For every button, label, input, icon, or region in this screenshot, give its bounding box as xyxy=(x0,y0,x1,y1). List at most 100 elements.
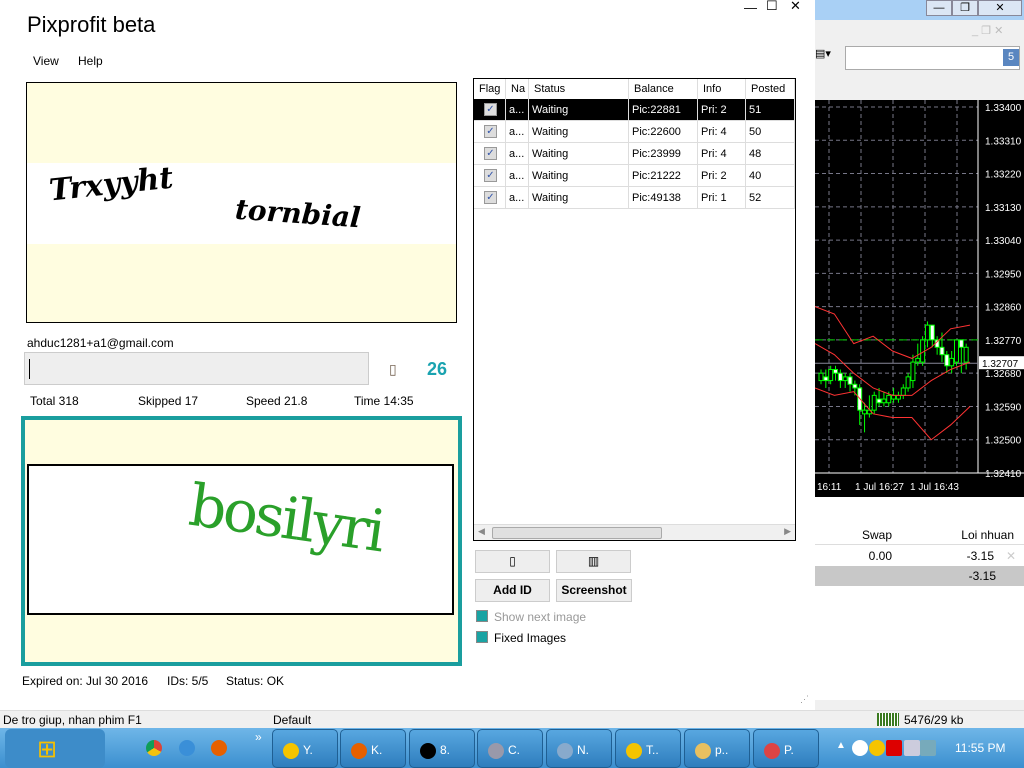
show-hidden-icons[interactable]: ▲ xyxy=(836,740,846,751)
taskbar-item[interactable]: T.. xyxy=(615,729,681,768)
candle-body xyxy=(833,368,839,374)
table-row[interactable]: ✓ a... Waiting Pic:22600 Pri: 4 50 xyxy=(474,121,795,143)
flag-checkbox[interactable]: ✓ xyxy=(484,147,497,160)
price-chart[interactable]: 1.33400 1.33310 1.33220 1.33130 1.33040 1.329… xyxy=(815,100,1024,497)
minimize-button[interactable]: — xyxy=(744,0,757,15)
taskbar-item-label: N. xyxy=(577,743,589,758)
table-row[interactable]: ✓ a... Waiting Pic:23999 Pri: 4 48 xyxy=(474,143,795,165)
notification-icon[interactable] xyxy=(852,740,868,756)
mt4-minimize-button[interactable]: — xyxy=(926,0,952,16)
candle-body xyxy=(823,376,829,382)
quicklaunch-chevron[interactable]: » xyxy=(255,730,262,744)
stat-skipped: Skipped 17 xyxy=(138,394,199,408)
balance-cell: Pic:22881 xyxy=(629,99,698,121)
taskbar-item[interactable]: Y. xyxy=(272,729,338,768)
add-id-button[interactable]: Add ID xyxy=(475,579,550,602)
candle-body xyxy=(871,394,877,411)
scroll-left-arrow[interactable]: ◀ xyxy=(478,526,485,537)
name-cell: a... xyxy=(506,187,529,209)
timer-icon: ▯ xyxy=(389,361,397,377)
mt4-restore-button[interactable]: ❐ xyxy=(952,0,978,16)
taskbar-item[interactable]: P. xyxy=(753,729,819,768)
ie-icon[interactable] xyxy=(179,740,195,756)
flag-checkbox[interactable]: ✓ xyxy=(484,191,497,204)
stop-button[interactable]: ▥ xyxy=(556,550,631,573)
clock[interactable]: 11:55 PM xyxy=(955,741,1005,755)
status-cell: Waiting xyxy=(529,165,629,187)
menu-view[interactable]: View xyxy=(33,54,59,68)
accounts-grid[interactable]: Flag Na Status Balance Info Posted ✓ a...… xyxy=(473,78,796,541)
screenshot-button[interactable]: Screenshot xyxy=(556,579,632,602)
mt4-window: — ❐ ✕ _ ❐ ✕ ▤▾ ⌕ 5 1.33400 1.33310 1.33220… xyxy=(815,0,1024,710)
mt4-child-controls[interactable]: _ ❐ ✕ xyxy=(972,24,1022,42)
messages-badge[interactable]: 5 xyxy=(1003,49,1019,66)
column-header-status[interactable]: Status xyxy=(529,79,629,99)
menu-help[interactable]: Help xyxy=(78,54,103,68)
flag-cell[interactable]: ✓ xyxy=(474,143,506,165)
column-header-flag[interactable]: Flag xyxy=(474,79,506,99)
price-label: 1.32590 xyxy=(985,402,1022,413)
taskbar-item[interactable]: K. xyxy=(340,729,406,768)
mt4-close-button[interactable]: ✕ xyxy=(978,0,1022,16)
close-trade-icon[interactable]: ✕ xyxy=(1006,549,1016,563)
taskbar-item[interactable]: N. xyxy=(546,729,612,768)
yahoo-tray-icon[interactable] xyxy=(869,740,885,756)
status-profile: Default xyxy=(273,713,312,727)
show-next-image-checkbox[interactable] xyxy=(476,610,488,622)
flag-checkbox[interactable]: ✓ xyxy=(484,103,497,116)
table-row[interactable]: ✓ a... Waiting Pic:22881 Pri: 2 51 xyxy=(474,99,795,121)
info-cell: Pri: 4 xyxy=(698,121,746,143)
candle-body xyxy=(818,372,824,382)
flag-checkbox[interactable]: ✓ xyxy=(484,169,497,182)
flag-checkbox[interactable]: ✓ xyxy=(484,125,497,138)
terminal-panel: Swap Loi nhuan 0.00 -3.15 ✕ -3.15 xyxy=(815,497,1024,700)
close-button[interactable]: ✕ xyxy=(790,0,801,14)
price-label: 1.32770 xyxy=(985,336,1022,347)
trade-row[interactable]: 0.00 -3.15 ✕ xyxy=(815,546,1024,566)
captcha-word-1: Trxyyht xyxy=(47,160,175,209)
taskbar-item[interactable]: 8. xyxy=(409,729,475,768)
captcha-image-current: bosilyri xyxy=(21,416,462,666)
taskbar-item-label: p.. xyxy=(715,743,729,758)
column-header-posted[interactable]: Posted xyxy=(746,79,795,99)
table-row[interactable]: ✓ a... Waiting Pic:21222 Pri: 2 40 xyxy=(474,165,795,187)
name-cell: a... xyxy=(506,165,529,187)
candle-body xyxy=(924,324,930,341)
account-email: ahduc1281+a1@gmail.com xyxy=(27,336,174,350)
maximize-button[interactable]: ☐ xyxy=(766,0,778,14)
show-next-image-label: Show next image xyxy=(494,610,587,624)
flag-cell[interactable]: ✓ xyxy=(474,165,506,187)
taskbar-item[interactable]: p.. xyxy=(684,729,750,768)
scrollbar-thumb[interactable] xyxy=(492,527,662,539)
resize-grip[interactable]: ⋰ xyxy=(800,694,809,705)
column-header-name[interactable]: Na xyxy=(506,79,529,99)
column-header-info[interactable]: Info xyxy=(698,79,746,99)
flag-cell[interactable]: ✓ xyxy=(474,187,506,209)
fixed-images-checkbox[interactable] xyxy=(476,631,488,643)
captcha-image-top: Trxyyht tornbial xyxy=(26,82,457,323)
app-icon xyxy=(488,743,504,759)
start-button[interactable]: ⊞ xyxy=(5,729,105,768)
pdf-tray-icon[interactable] xyxy=(886,740,902,756)
pause-button[interactable]: ▯ xyxy=(475,550,550,573)
flag-cell[interactable]: ✓ xyxy=(474,121,506,143)
chrome-icon[interactable] xyxy=(146,740,162,756)
profit-value: -3.15 xyxy=(966,549,994,563)
captcha-answer-input[interactable] xyxy=(24,352,369,385)
firefox-icon[interactable] xyxy=(211,740,227,756)
tray-e-icon[interactable] xyxy=(920,740,936,756)
flag-cell[interactable]: ✓ xyxy=(474,99,506,121)
chart-type-dropdown[interactable]: ▤▾ xyxy=(815,47,839,67)
network-icon[interactable] xyxy=(904,740,920,756)
taskbar-item-label: T.. xyxy=(646,743,659,758)
scroll-right-arrow[interactable]: ▶ xyxy=(784,526,791,537)
column-header-balance[interactable]: Balance xyxy=(629,79,698,99)
candle-body xyxy=(915,357,921,363)
pixprofit-window: Pixprofit beta — ☐ ✕ View Help Trxyyht t… xyxy=(0,0,815,710)
price-label: 1.33130 xyxy=(985,203,1022,214)
horizontal-scrollbar[interactable]: ◀ ▶ xyxy=(474,524,795,540)
posted-cell: 40 xyxy=(746,165,795,187)
mt4-search-input[interactable]: ⌕ xyxy=(845,46,1020,70)
taskbar-item[interactable]: C. xyxy=(477,729,543,768)
table-row[interactable]: ✓ a... Waiting Pic:49138 Pri: 1 52 xyxy=(474,187,795,209)
